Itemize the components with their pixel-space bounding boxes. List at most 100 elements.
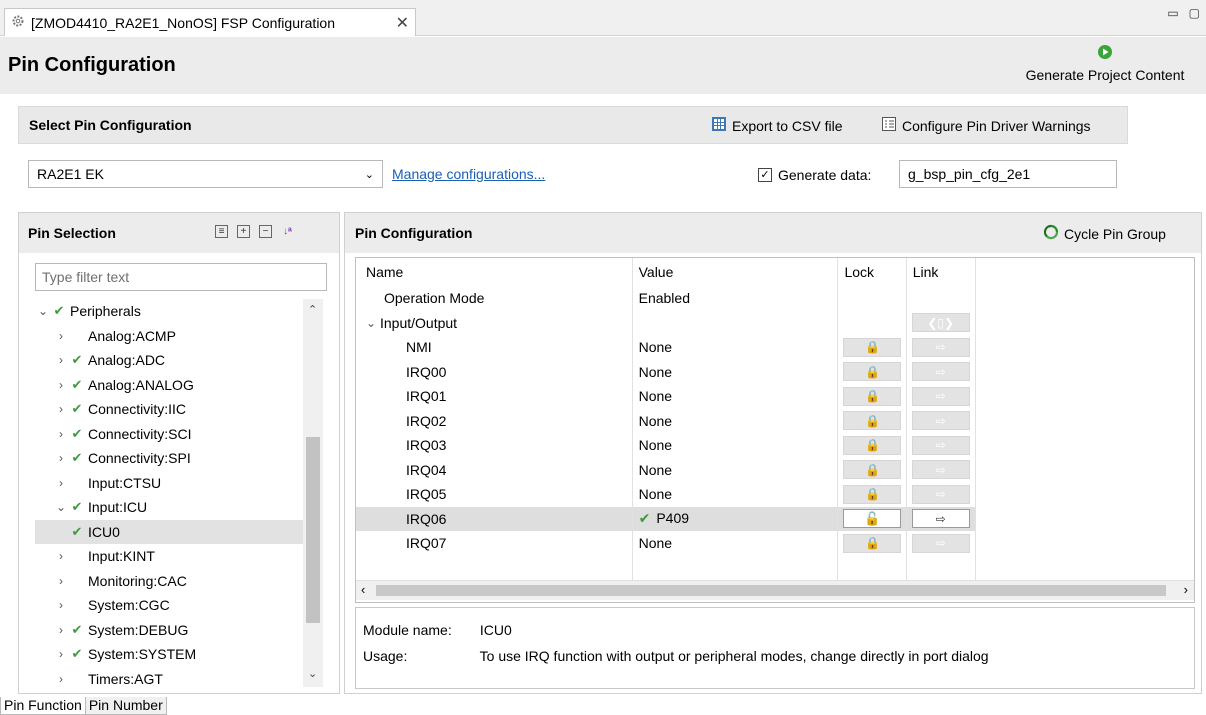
chevron-right-icon[interactable]: › [53,378,69,392]
table-row[interactable]: IRQ07 None 🔒 ⇨ [356,531,977,556]
checkbox-box[interactable]: ✓ [758,168,772,182]
arrow-right-icon[interactable]: ⇨ [911,386,970,406]
tree-item[interactable]: › ✔ Analog:ANALOG [35,373,303,398]
tree-item[interactable]: › Input:KINT [35,544,303,569]
filter-input[interactable] [35,263,327,291]
lock-icon[interactable]: 🔒 [843,484,902,504]
table-row[interactable]: Operation Mode Enabled [356,286,977,311]
lock-icon[interactable]: 🔒 [843,386,902,406]
scrollbar-thumb[interactable] [306,437,320,623]
maximize-icon[interactable]: ▢ [1189,6,1200,20]
tree-item[interactable]: ⌄ ✔ Input:ICU [35,495,303,520]
pin-value-cell[interactable] [632,310,839,335]
tree-item[interactable]: ⌄ ✔ Peripherals [35,299,303,324]
scroll-right-icon[interactable]: › [1184,582,1188,597]
scroll-down-icon[interactable]: ⌄ [308,667,317,680]
minimize-icon[interactable]: ▭ [1167,6,1178,20]
arrow-right-icon[interactable]: ⇨ [911,362,970,382]
chevron-right-icon[interactable]: › [53,402,69,416]
tab-pin-function[interactable]: Pin Function [0,697,86,715]
lock-icon[interactable]: 🔒 [843,362,902,382]
configure-warnings-button[interactable]: Configure Pin Driver Warnings [881,116,1091,135]
chevron-right-icon[interactable]: › [53,353,69,367]
column-header[interactable]: Link [906,258,977,286]
generate-project-content-button[interactable]: Generate Project Content [1005,44,1205,92]
chevron-right-icon[interactable]: › [53,427,69,441]
manage-configurations-link[interactable]: Manage configurations... [392,166,545,182]
arrow-right-icon[interactable]: ⇨ [911,460,970,480]
tree-item[interactable]: › ✔ Connectivity:SPI [35,446,303,471]
table-row[interactable]: NMI None 🔒 ⇨ [356,335,977,360]
pin-value-cell[interactable]: None [632,482,839,507]
chevron-down-icon[interactable]: ⌄ [53,500,69,514]
table-horizontal-scrollbar[interactable]: ‹ › [356,580,1194,600]
chevron-right-icon[interactable]: › [53,598,69,612]
chevron-right-icon[interactable]: › [53,672,69,686]
chevron-right-icon[interactable]: › [53,451,69,465]
chevron-right-icon[interactable]: › [53,476,69,490]
tab-pin-number[interactable]: Pin Number [85,697,167,715]
lock-icon[interactable]: 🔒 [843,337,902,357]
pin-value-cell[interactable]: ✔ P409 [632,506,839,531]
unlock-icon[interactable]: 🔓 [843,509,902,529]
table-row[interactable]: IRQ02 None 🔒 ⇨ [356,408,977,433]
pin-value-cell[interactable]: None [632,531,839,556]
export-csv-button[interactable]: Export to CSV file [711,116,843,135]
arrow-right-icon[interactable]: ⇨ [911,533,970,553]
lock-icon[interactable]: 🔒 [843,460,902,480]
tree-item[interactable]: › Timers:AGT [35,667,303,688]
generate-data-input[interactable] [899,160,1117,188]
arrow-right-icon[interactable]: ⇨ [911,435,970,455]
column-header[interactable]: Value [632,258,839,286]
scrollbar-thumb[interactable] [376,585,1166,596]
tree-item[interactable]: › ✔ Connectivity:SCI [35,422,303,447]
chevron-right-icon[interactable]: › [53,329,69,343]
column-header[interactable]: Name [356,258,633,286]
tree-item[interactable]: › Analog:ACMP [35,324,303,349]
arrow-right-icon[interactable]: ⇨ [911,411,970,431]
table-row[interactable]: IRQ04 None 🔒 ⇨ [356,457,977,482]
scroll-left-icon[interactable]: ‹ [361,582,365,597]
lock-icon[interactable]: 🔒 [843,435,902,455]
cycle-pin-group-button[interactable]: Cycle Pin Group [1043,224,1166,243]
scroll-up-icon[interactable]: ⌃ [308,303,317,316]
table-row[interactable]: IRQ01 None 🔒 ⇨ [356,384,977,409]
table-row[interactable]: ⌄ Input/Output ❮▯❯ [356,310,977,335]
chevron-right-icon[interactable]: › [53,549,69,563]
chevron-right-icon[interactable]: › [53,647,69,661]
pin-value-cell[interactable]: None [632,359,839,384]
table-row[interactable]: IRQ03 None 🔒 ⇨ [356,433,977,458]
chevron-right-icon[interactable]: › [53,623,69,637]
tree-scrollbar[interactable]: ⌃ ⌄ [303,299,323,687]
pin-value-cell[interactable]: Enabled [632,286,839,311]
chevron-down-icon[interactable]: ⌄ [366,316,380,330]
link-toggle-icon[interactable]: ❮▯❯ [911,313,970,333]
lock-icon[interactable]: 🔒 [843,411,902,431]
editor-tab[interactable]: [ZMOD4410_RA2E1_NonOS] FSP Configuration… [4,8,416,36]
tree-item[interactable]: › Input:CTSU [35,471,303,496]
table-row[interactable]: IRQ00 None 🔒 ⇨ [356,359,977,384]
tree-item[interactable]: › ✔ System:DEBUG [35,618,303,643]
pin-configuration-select[interactable]: RA2E1 EK ⌄ [28,160,383,188]
collapse-all-icon[interactable]: − [259,225,272,238]
chevron-down-icon[interactable]: ⌄ [35,304,51,318]
arrow-right-icon[interactable]: ⇨ [911,337,970,357]
list-view-icon[interactable]: ≡ [215,225,228,238]
tree-item[interactable]: › System:CGC [35,593,303,618]
close-tab-icon[interactable]: ✕ [396,13,409,33]
generate-data-checkbox[interactable]: ✓ Generate data: [758,167,871,183]
tree-item[interactable]: › ✔ Analog:ADC [35,348,303,373]
pin-value-cell[interactable]: None [632,335,839,360]
table-row[interactable]: IRQ06 ✔ P409 🔓 ⇨ [356,506,977,531]
tree-item[interactable]: › ✔ System:SYSTEM [35,642,303,667]
pin-value-cell[interactable]: None [632,384,839,409]
pin-value-cell[interactable]: None [632,433,839,458]
lock-icon[interactable]: 🔒 [843,533,902,553]
tree-item[interactable]: › Monitoring:CAC [35,569,303,594]
arrow-right-icon[interactable]: ⇨ [911,509,970,529]
expand-all-icon[interactable]: + [237,225,250,238]
arrow-right-icon[interactable]: ⇨ [911,484,970,504]
tree-item[interactable]: ✔ ICU0 [35,519,303,544]
column-header[interactable]: Lock [837,258,907,286]
chevron-right-icon[interactable]: › [53,574,69,588]
